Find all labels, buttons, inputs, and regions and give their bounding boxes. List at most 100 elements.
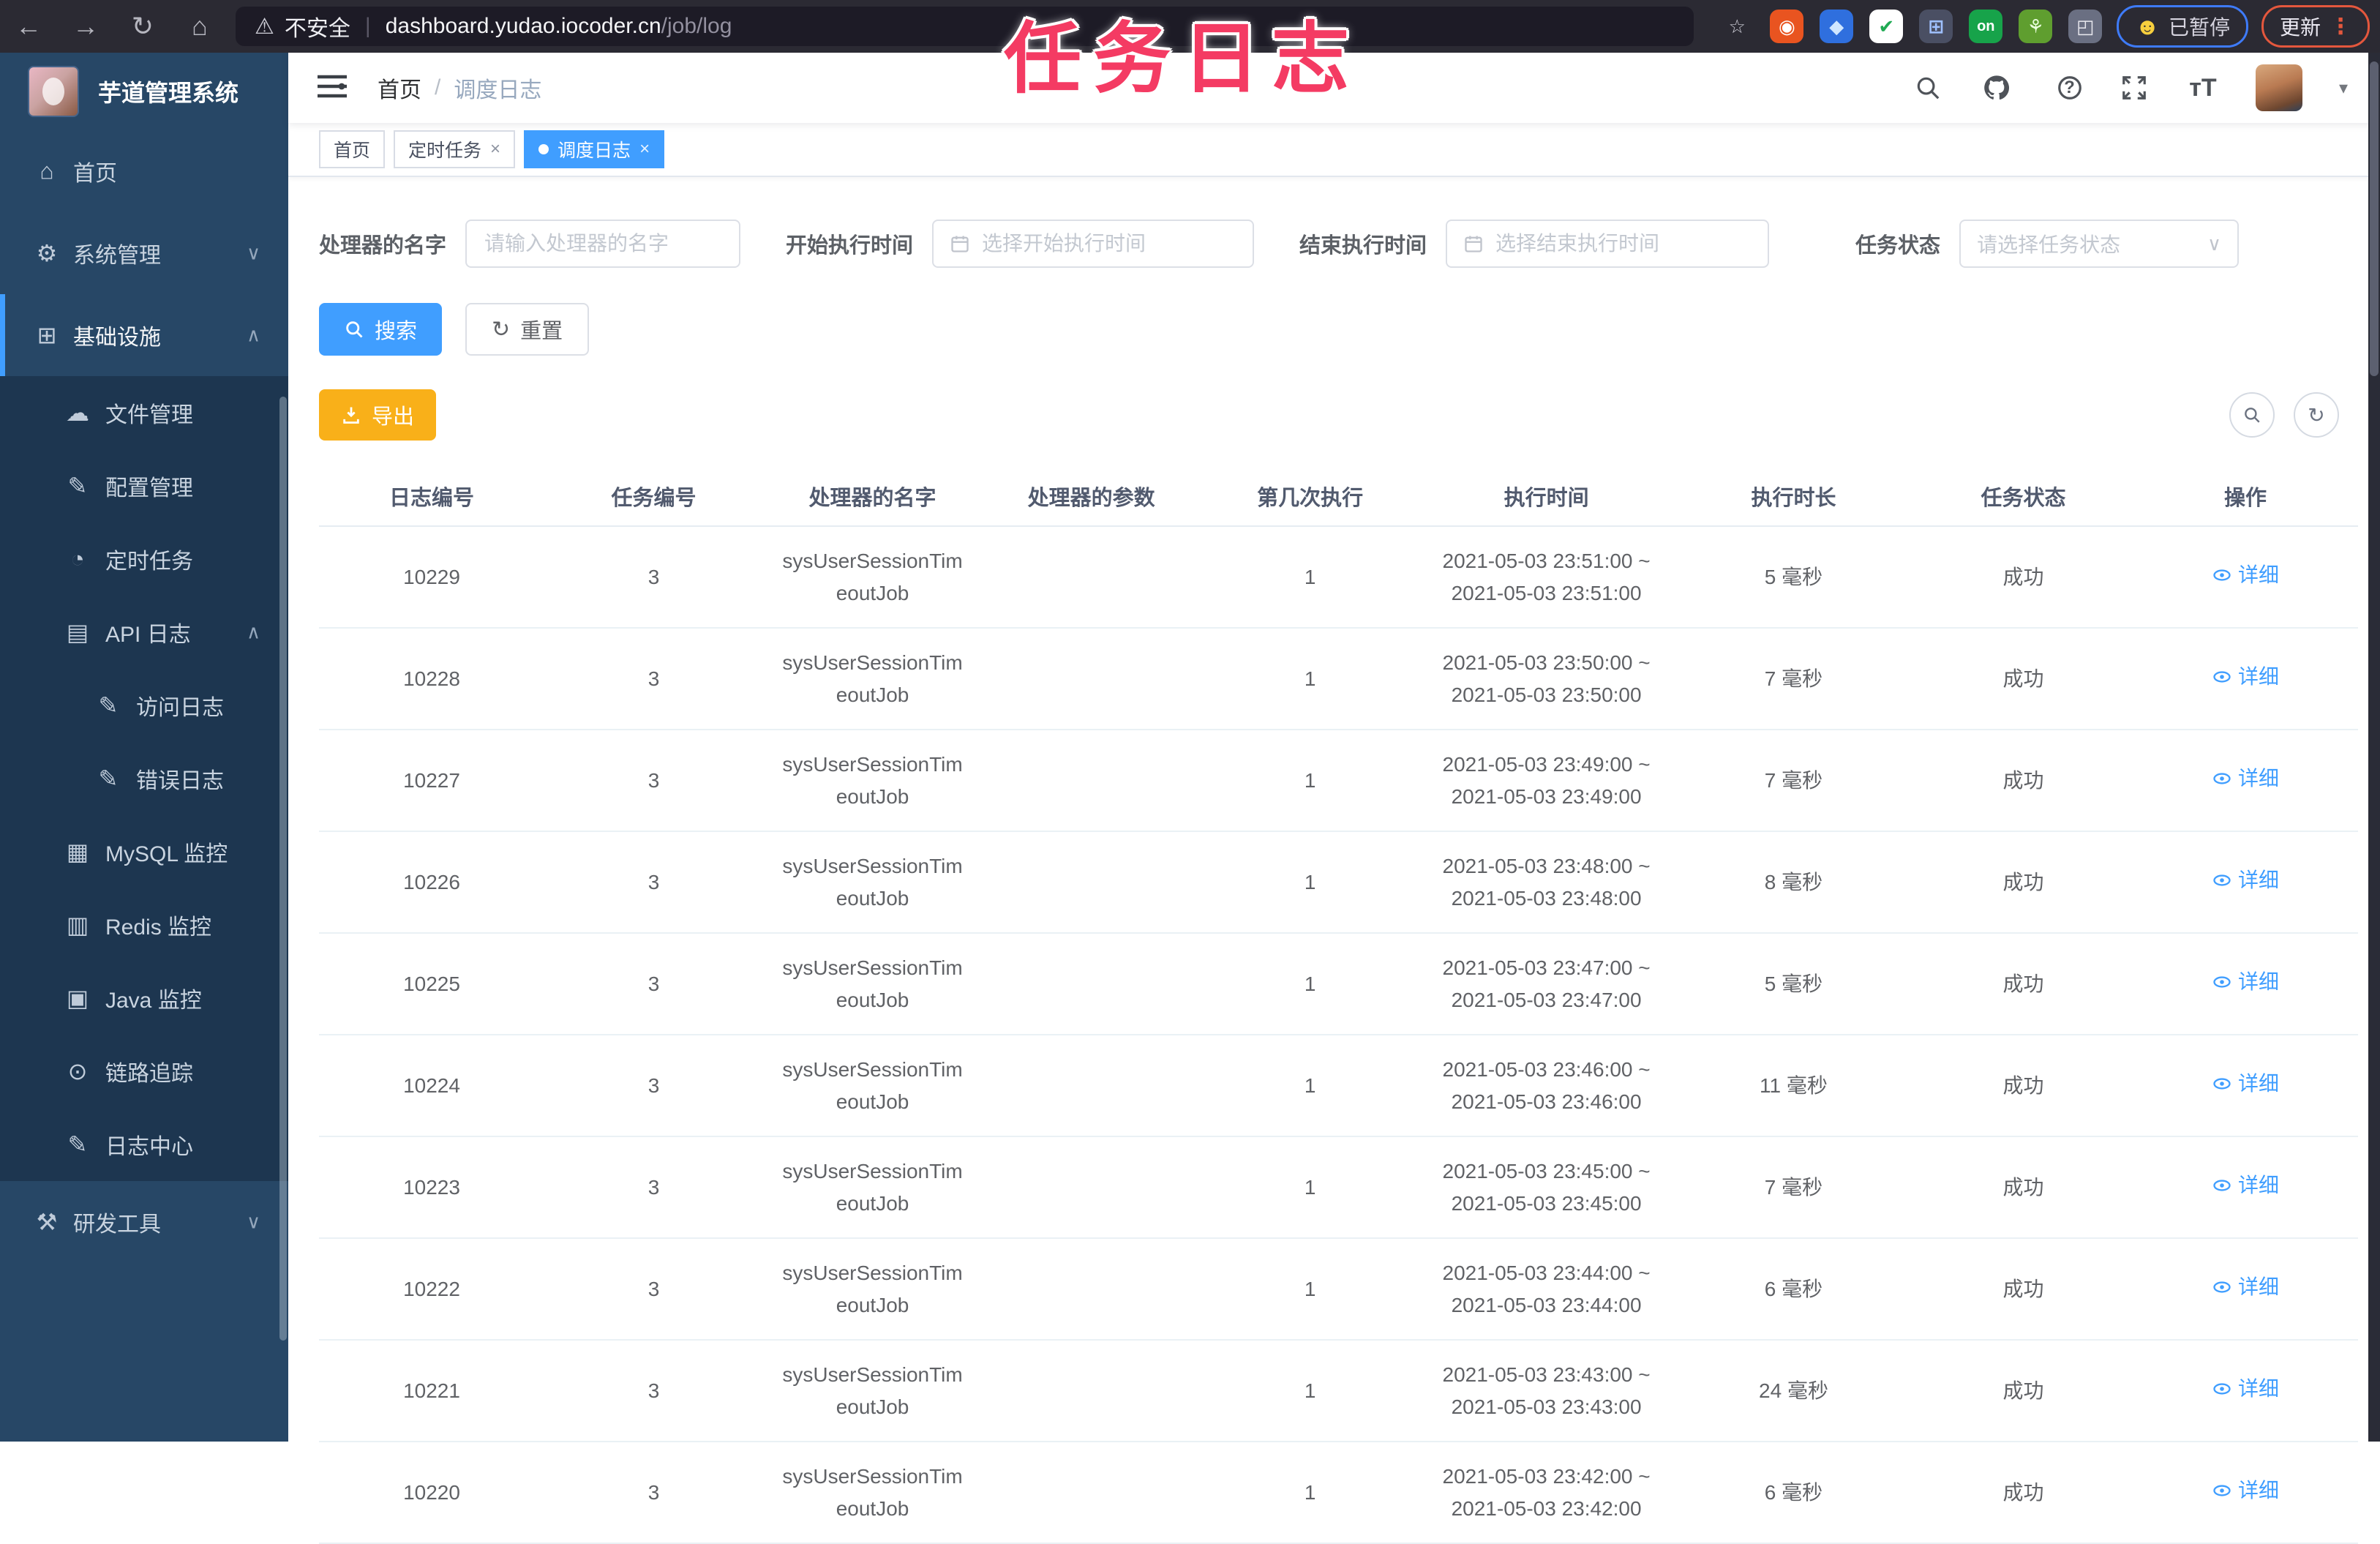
execute-time-cell: 2021-05-03 23:50:00 ~2021-05-03 23:50:00 — [1442, 651, 1651, 706]
close-icon[interactable]: × — [639, 140, 650, 158]
tag-定时任务[interactable]: 定时任务 × — [394, 130, 516, 168]
detail-link[interactable]: 详细 — [2212, 1068, 2279, 1100]
execute-index-cell: 1 — [1304, 1379, 1316, 1402]
column-header: 执行时间 — [1504, 487, 1589, 510]
detail-label: 详细 — [2237, 1479, 2279, 1502]
menu-kebab-icon[interactable]: ⋮ — [2330, 14, 2351, 40]
detail-link[interactable]: 详细 — [2212, 559, 2279, 591]
log-id-cell: 10223 — [403, 1175, 460, 1199]
sidebar-item-label: 研发工具 — [73, 1213, 161, 1237]
sidebar-item-dev-tools[interactable]: ⚒ 研发工具 ∨ — [0, 1181, 288, 1263]
window-scrollbar[interactable] — [2368, 53, 2380, 1442]
reload-icon[interactable]: ↻ — [114, 11, 171, 42]
sidebar-item-label: 错误日志 — [136, 769, 224, 793]
breadcrumb-home[interactable]: 首页 — [378, 72, 421, 104]
detail-link[interactable]: 详细 — [2212, 661, 2279, 693]
reset-button[interactable]: ↻ 重置 — [465, 303, 590, 356]
sidebar-logo-row[interactable]: 芋道管理系统 — [0, 53, 288, 130]
back-icon[interactable]: ← — [0, 11, 57, 42]
detail-link[interactable]: 详细 — [2212, 864, 2279, 896]
refresh-icon[interactable]: ↻ — [2294, 392, 2339, 438]
update-badge[interactable]: 更新 ⋮ — [2261, 5, 2370, 48]
sidebar-item-log-center[interactable]: ✎ 日志中心 — [0, 1108, 288, 1181]
chevron-down-icon[interactable]: ▾ — [2339, 78, 2348, 99]
sidebar-item-system-admin[interactable]: ⚙ 系统管理 ∨ — [0, 212, 288, 294]
sidebar-scrollbar[interactable] — [279, 397, 287, 1341]
ext-green-check-icon[interactable]: ✔ — [1869, 10, 1904, 43]
detail-label: 详细 — [2237, 665, 2279, 688]
job-id-cell: 3 — [647, 870, 660, 893]
sidebar-item-home[interactable]: ⌂ 首页 — [0, 130, 288, 212]
execute-time-cell: 2021-05-03 23:43:00 ~2021-05-03 23:43:00 — [1442, 1363, 1651, 1418]
detail-link[interactable]: 详细 — [2212, 1169, 2279, 1202]
ext-orange-ring-icon[interactable]: ◉ — [1770, 10, 1804, 43]
home-icon[interactable]: ⌂ — [171, 11, 228, 42]
log-id-cell: 10229 — [403, 565, 460, 588]
paused-badge[interactable]: ☻ 已暂停 — [2117, 5, 2248, 48]
execute-index-cell: 1 — [1304, 1175, 1316, 1199]
search-icon[interactable] — [1912, 72, 1944, 104]
ext-grid-icon[interactable]: ⊞ — [1919, 10, 1953, 43]
status-cell: 成功 — [2002, 1073, 2044, 1097]
sidebar-item-mysql-monitor[interactable]: ▦ MySQL 监控 — [0, 815, 288, 888]
execute-time-cell: 2021-05-03 23:44:00 ~2021-05-03 23:44:00 — [1442, 1261, 1651, 1316]
sidebar-item-access-log[interactable]: ✎ 访问日志 — [0, 669, 288, 742]
tags-bar: 首页 定时任务 × 调度日志 × — [288, 123, 2380, 177]
export-button[interactable]: 导出 — [319, 389, 437, 441]
detail-link[interactable]: 详细 — [2212, 1373, 2279, 1405]
ext-on-switch-icon[interactable]: on — [1969, 10, 2003, 43]
ext-puzzle-icon[interactable]: ◰ — [2068, 10, 2103, 43]
detail-link[interactable]: 详细 — [2212, 1271, 2279, 1303]
handler-name-input[interactable] — [465, 220, 741, 268]
sidebar-item-trace[interactable]: ⊙ 链路追踪 — [0, 1035, 288, 1108]
github-icon[interactable] — [1981, 72, 2013, 104]
ext-leaf-icon[interactable]: ⚘ — [2019, 10, 2053, 43]
sidebar-item-file-manage[interactable]: ☁ 文件管理 — [0, 376, 288, 449]
bookmark-star-icon[interactable]: ☆ — [1720, 10, 1754, 43]
status-cell: 成功 — [2002, 1379, 2044, 1402]
detail-link[interactable]: 详细 — [2212, 762, 2279, 795]
address-bar[interactable]: ⚠ 不安全 | dashboard.yudao.iocoder.cn /job/… — [236, 7, 1694, 46]
execute-time-cell: 2021-05-03 23:47:00 ~2021-05-03 23:47:00 — [1442, 956, 1651, 1011]
sidebar-item-infrastructure[interactable]: ⊞ 基础设施 ∧ — [0, 294, 288, 376]
insecure-warning-icon: ⚠ — [255, 14, 274, 39]
filter-form: 处理器的名字 开始执行时间 结束执行时间 — [319, 220, 2380, 268]
tag-首页[interactable]: 首页 — [319, 130, 386, 168]
table-row: 10225 3 sysUserSessionTim eoutJob 1 2021-05-0… — [319, 934, 2358, 1035]
start-time-input[interactable] — [932, 220, 1255, 268]
font-size-icon[interactable]: тT — [2187, 72, 2219, 104]
sidebar-item-cron-job[interactable]: ◔ 定时任务 — [0, 522, 288, 596]
sidebar-item-config-manage[interactable]: ✎ 配置管理 — [0, 449, 288, 522]
table-row: 10224 3 sysUserSessionTim eoutJob 1 2021-05-0… — [319, 1035, 2358, 1137]
execute-index-cell: 1 — [1304, 1480, 1316, 1504]
job-log-table: 日志编号 任务编号 处理器的名字 处理器的参数 第几次执行 执行时间 执行时长 任务状态 操作 … — [319, 471, 2358, 1544]
detail-label: 详细 — [2237, 563, 2279, 586]
close-icon[interactable]: × — [490, 140, 500, 158]
help-icon[interactable]: ? — [2049, 72, 2081, 104]
sidebar-menu: ⌂ 首页 ⚙ 系统管理 ∨ ⊞ 基础设施 ∧ ☁ 文件管理 ✎ 配置管理 ◔ 定时任务 ▤ API 日志 ∧ ✎ 访… — [0, 130, 288, 1263]
sidebar-item-error-log[interactable]: ✎ 错误日志 — [0, 742, 288, 815]
sidebar-item-label: 系统管理 — [73, 244, 161, 268]
fullscreen-icon[interactable] — [2118, 72, 2150, 104]
detail-link[interactable]: 详细 — [2212, 966, 2279, 998]
duration-cell: 7 毫秒 — [1764, 768, 1823, 792]
column-header: 执行时长 — [1751, 487, 1836, 510]
forward-icon[interactable]: → — [57, 11, 114, 42]
operation-cell: 详细 — [2133, 966, 2358, 1002]
sidebar-item-java-monitor[interactable]: ▣ Java 监控 — [0, 962, 288, 1035]
hamburger-icon[interactable] — [318, 74, 347, 102]
status-select[interactable]: 请选择任务状态 ∨ — [1959, 220, 2240, 268]
sidebar-item-api-log[interactable]: ▤ API 日志 ∧ — [0, 596, 288, 669]
detail-link[interactable]: 详细 — [2212, 1474, 2279, 1507]
search-button[interactable]: 搜索 — [319, 303, 443, 356]
tag-调度日志[interactable]: 调度日志 × — [524, 130, 665, 168]
end-time-input[interactable] — [1446, 220, 1770, 268]
operation-cell: 详细 — [2133, 1169, 2358, 1205]
sidebar-item-redis-monitor[interactable]: ▥ Redis 监控 — [0, 888, 288, 962]
calendar-icon — [950, 233, 970, 254]
ext-blue-gem-icon[interactable]: ◆ — [1820, 10, 1854, 43]
sidebar: 芋道管理系统 ⌂ 首页 ⚙ 系统管理 ∨ ⊞ 基础设施 ∧ ☁ 文件管理 ✎ 配置管理 ◔ 定时任务 ▤ AP… — [0, 53, 288, 1442]
toggle-search-icon[interactable] — [2229, 392, 2275, 438]
window-scrollbar-thumb[interactable] — [2370, 61, 2379, 376]
user-avatar[interactable] — [2255, 64, 2302, 111]
